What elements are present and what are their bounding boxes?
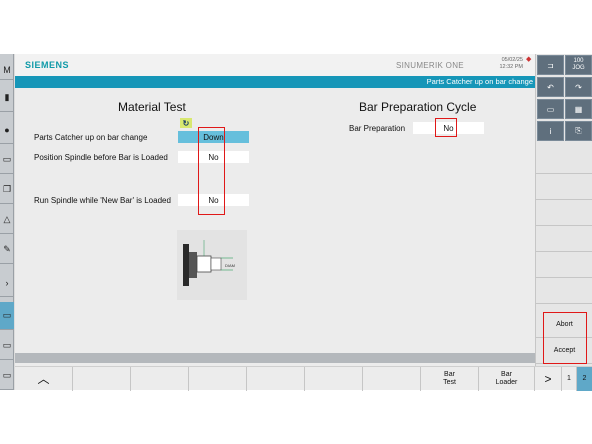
program-icon[interactable]: ● bbox=[0, 116, 14, 144]
bar-test-line2: Test bbox=[443, 379, 456, 386]
softkey-h2[interactable] bbox=[73, 367, 131, 391]
left-toolbar: M ▮ ● ▭ ❐ △ ✎ › ▭ ▭ ▭ bbox=[0, 54, 14, 390]
time-text: 12:32 PM bbox=[499, 64, 523, 70]
program-manager-icon[interactable]: ▭ bbox=[0, 146, 14, 174]
parameter-icon[interactable]: ▮ bbox=[0, 84, 14, 112]
window-icon-2[interactable]: ▭ bbox=[0, 362, 14, 390]
softkey-h3[interactable] bbox=[131, 367, 189, 391]
date-text: 05/02/25 bbox=[501, 57, 523, 63]
bar-prep-label: Bar Preparation bbox=[349, 124, 406, 133]
undo-icon[interactable]: ↶ bbox=[537, 77, 564, 97]
chevron-up-icon[interactable]: ︿ bbox=[15, 367, 73, 391]
main-panel: SIEMENS SINUMERIK ONE 05/02/25 12:32 PM … bbox=[15, 54, 535, 390]
vertical-softkey-bar: ⊐ 100 JOG ↶ ↷ ▭ ▦ i ⎘ Abort Accept bbox=[535, 54, 592, 366]
softkey-v3[interactable] bbox=[536, 200, 592, 226]
brand-logo: SIEMENS bbox=[25, 60, 70, 70]
page-2-button[interactable]: 2 bbox=[577, 367, 592, 391]
feed-override: 100 bbox=[573, 58, 584, 64]
bar-loader-line2: Loader bbox=[495, 379, 518, 386]
custom-screen-icon[interactable]: ▭ bbox=[0, 302, 14, 330]
product-name: SINUMERIK ONE bbox=[396, 61, 464, 70]
bar-loader-button[interactable]: Bar Loader bbox=[479, 367, 535, 391]
bar-test-line1: Bar bbox=[444, 371, 455, 378]
header: SIEMENS SINUMERIK ONE 05/02/25 12:32 PM … bbox=[15, 54, 535, 76]
bar-test-button[interactable]: Bar Test bbox=[421, 367, 479, 391]
softkey-v4[interactable] bbox=[536, 226, 592, 252]
diagnostics-icon[interactable]: △ bbox=[0, 206, 14, 234]
bar-loader-line1: Bar bbox=[501, 371, 512, 378]
softkey-v5[interactable] bbox=[536, 252, 592, 278]
info-glyph: i bbox=[549, 126, 552, 136]
hmi-screen: M ▮ ● ▭ ❐ △ ✎ › ▭ ▭ ▭ SIEMENS SINUMERIK … bbox=[0, 54, 592, 390]
status-strip bbox=[15, 353, 535, 363]
screenshot-icon[interactable]: ⎘ bbox=[565, 121, 592, 141]
horizontal-softkey-bar: ︿ Bar Test Bar Loader > 1 2 bbox=[15, 366, 592, 391]
content-area: Material Test ↻ Parts Catcher up on bar … bbox=[15, 88, 535, 353]
softkey-h5[interactable] bbox=[247, 367, 305, 391]
mode-text: JOG bbox=[572, 65, 585, 71]
softkey-v2[interactable] bbox=[536, 174, 592, 200]
bar-diagram-svg: DIAM bbox=[183, 240, 235, 286]
bar-diagram: DIAM bbox=[177, 230, 247, 300]
copy-icon[interactable]: ❐ bbox=[0, 176, 14, 204]
bar-prep-title: Bar Preparation Cycle bbox=[359, 100, 477, 114]
softkey-h6[interactable] bbox=[305, 367, 363, 391]
tool-icon[interactable]: ✎ bbox=[0, 236, 14, 264]
page-1-button[interactable]: 1 bbox=[562, 367, 577, 391]
row-label-position-spindle: Position Spindle before Bar is Loaded bbox=[34, 153, 168, 162]
markup-highlight-box bbox=[198, 127, 225, 215]
screen-title-bar: Parts Catcher up on bar change bbox=[15, 76, 535, 88]
softkey-v6[interactable] bbox=[536, 278, 592, 304]
row-label-parts-catcher: Parts Catcher up on bar change bbox=[34, 133, 148, 142]
redo-icon[interactable]: ↷ bbox=[565, 77, 592, 97]
window-toggle-icon[interactable]: ▭ bbox=[537, 99, 564, 119]
mode-indicator[interactable]: 100 JOG bbox=[565, 55, 592, 75]
alarm-icon: ◆ bbox=[526, 56, 532, 63]
material-test-title: Material Test bbox=[118, 100, 186, 114]
datetime: 05/02/25 12:32 PM bbox=[495, 57, 523, 71]
channel-switch-icon[interactable]: ⊐ bbox=[537, 55, 564, 75]
markup-highlight-box-3 bbox=[543, 312, 587, 364]
expand-icon[interactable]: › bbox=[0, 269, 14, 297]
softkey-h4[interactable] bbox=[189, 367, 247, 391]
window-icon[interactable]: ▭ bbox=[0, 332, 14, 360]
markup-highlight-box-2 bbox=[435, 118, 457, 137]
diagram-diam-label: DIAM bbox=[225, 263, 235, 268]
refresh-icon[interactable]: ↻ bbox=[180, 118, 192, 128]
row-label-run-spindle: Run Spindle while 'New Bar' is Loaded bbox=[34, 196, 171, 205]
machine-area-icon[interactable]: M bbox=[0, 60, 14, 80]
info-icon[interactable]: i bbox=[537, 121, 564, 141]
softkey-h7[interactable] bbox=[363, 367, 421, 391]
softkey-v1[interactable] bbox=[536, 148, 592, 174]
screen-title: Parts Catcher up on bar change bbox=[426, 77, 533, 86]
next-page-button[interactable]: > bbox=[535, 367, 562, 391]
calculator-icon[interactable]: ▦ bbox=[565, 99, 592, 119]
